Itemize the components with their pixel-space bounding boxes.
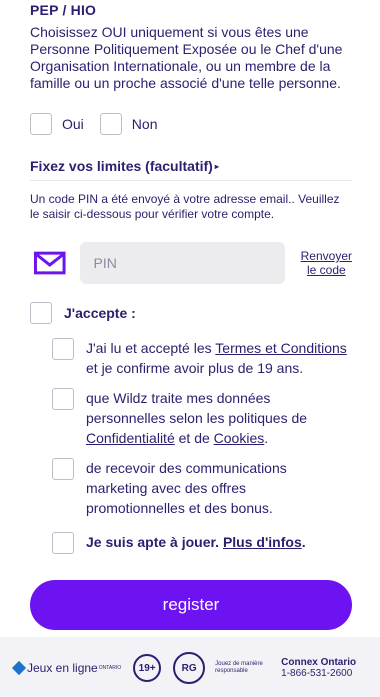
pep-no-checkbox[interactable]: [99, 113, 122, 135]
register-button[interactable]: register: [30, 580, 352, 630]
privacy-row: que Wildz traite mes données personnelle…: [52, 388, 352, 448]
pep-yes-checkbox[interactable]: [30, 113, 52, 135]
rg-badge[interactable]: RG: [173, 652, 206, 684]
pin-input[interactable]: [79, 242, 285, 284]
terms-link[interactable]: Termes et Conditions: [215, 340, 347, 356]
resend-line-1: Renvoyer: [300, 249, 352, 263]
ontario-flag-icon: [11, 660, 27, 676]
privacy-checkbox[interactable]: [52, 388, 74, 410]
limits-title: Fixez vos limites (facultatif): [30, 158, 213, 174]
marketing-row: de recevoir des communications marketing…: [52, 458, 352, 518]
jel-sup: ONTARIO: [98, 665, 122, 671]
mail-icon: [34, 251, 66, 275]
jel-label: Jeux en ligne: [27, 661, 98, 675]
caret-right-icon: ▸: [214, 161, 219, 171]
fit-text-post: .: [301, 534, 306, 550]
terms-checkbox[interactable]: [52, 338, 74, 360]
marketing-checkbox[interactable]: [52, 458, 74, 480]
pep-description: Choisissez OUI uniquement si vous êtes u…: [30, 24, 343, 91]
connex-ontario[interactable]: Connex Ontario 1-866-531-2600: [281, 657, 356, 679]
responsible-gaming-text: Jouez de manière responsable: [215, 661, 263, 674]
jeux-en-ligne-logo[interactable]: Jeux en ligne ONTARIO: [11, 660, 122, 676]
resend-line-2: le code: [306, 263, 346, 277]
pin-message: Un code PIN a été envoyé à votre adresse…: [30, 192, 340, 221]
terms-text-pre: J'ai lu et accepté les: [86, 340, 216, 356]
terms-text-post: et je confirme avoir plus de 19 ans.: [86, 360, 304, 376]
fit-text-pre: Je suis apte à jouer.: [86, 534, 223, 550]
limits-toggle[interactable]: Fixez vos limites (facultatif) ▸: [30, 158, 352, 174]
privacy-link[interactable]: Confidentialité: [86, 430, 175, 446]
pep-no-label[interactable]: Non: [132, 116, 158, 132]
accept-all-label: J'accepte :: [64, 305, 136, 321]
accept-all-row: J'accepte :: [30, 302, 352, 324]
pep-yes-label[interactable]: Oui: [62, 116, 84, 132]
accept-all-checkbox[interactable]: [30, 302, 52, 324]
more-info-link[interactable]: Plus d'infos: [223, 534, 302, 550]
connex-phone: 1-866-531-2600: [281, 668, 353, 679]
fit-to-play-text: Je suis apte à jouer. Plus d'infos.: [86, 532, 348, 552]
marketing-text: de recevoir des communications marketing…: [86, 460, 287, 516]
fit-to-play-checkbox[interactable]: [52, 532, 74, 554]
privacy-text-post: .: [264, 430, 269, 446]
pep-choice: Oui Non: [30, 113, 352, 135]
pep-title: PEP / HIO: [30, 2, 97, 18]
age-19-badge: 19+: [133, 654, 162, 682]
resend-code-link[interactable]: Renvoyer le code: [301, 249, 352, 277]
terms-row: J'ai lu et accepté les Termes et Conditi…: [52, 338, 352, 378]
pin-row: Renvoyer le code: [30, 242, 352, 284]
privacy-text: que Wildz traite mes données personnelle…: [86, 388, 348, 448]
divider: [30, 180, 352, 181]
fit-to-play-row: Je suis apte à jouer. Plus d'infos.: [52, 532, 352, 554]
privacy-text-mid: et de: [174, 430, 214, 446]
privacy-text-pre: que Wildz traite mes données personnelle…: [86, 390, 308, 426]
terms-text: J'ai lu et accepté les Termes et Conditi…: [86, 338, 348, 378]
footer: Jeux en ligne ONTARIO 19+ RG Jouez de ma…: [0, 637, 380, 697]
connex-title: Connex Ontario: [281, 657, 357, 668]
cookies-link[interactable]: Cookies: [214, 430, 265, 446]
